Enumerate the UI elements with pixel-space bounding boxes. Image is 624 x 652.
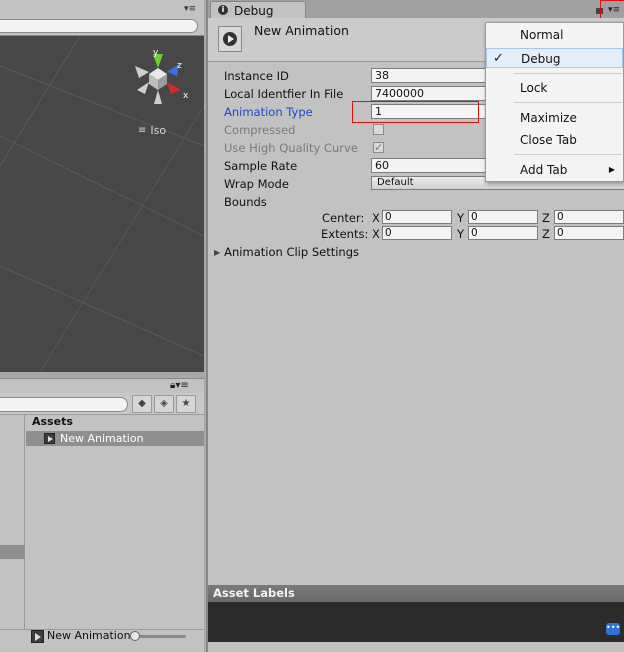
extents-z-axis: Z: [542, 227, 550, 241]
menu-item-close-tab[interactable]: Close Tab: [486, 130, 623, 150]
clip-settings-foldout[interactable]: ▶ Animation Clip Settings: [214, 245, 359, 259]
lock-menu-icon[interactable]: 🔒︎▾≡: [170, 380, 189, 391]
extents-x-axis: X: [372, 227, 380, 241]
bounds-label: Bounds: [224, 195, 267, 209]
folder-tree-selected-row[interactable]: [0, 545, 25, 559]
projection-toggle[interactable]: ≡ Iso: [138, 124, 166, 137]
gizmo-y-label: y: [153, 48, 159, 58]
extents-y-axis: Y: [457, 227, 465, 241]
menu-item-label: Close Tab: [520, 133, 577, 147]
compressed-checkbox[interactable]: [373, 124, 384, 135]
assets-list: Assets New Animation: [26, 415, 204, 633]
wrap-mode-label: Wrap Mode: [224, 177, 289, 191]
menu-item-label: Debug: [521, 52, 561, 66]
project-search-input[interactable]: [0, 397, 128, 412]
clip-settings-label: Animation Clip Settings: [224, 245, 359, 259]
center-z-field[interactable]: 0: [554, 210, 624, 224]
menu-item-normal[interactable]: Normal: [486, 25, 623, 45]
projection-label: Iso: [150, 124, 167, 137]
asset-labels-header: Asset Labels: [208, 585, 624, 602]
iso-bars-icon: ≡: [138, 125, 147, 136]
scene-toolbar: ▾≡: [0, 0, 204, 36]
instance-id-label: Instance ID: [224, 69, 289, 83]
list-item[interactable]: New Animation: [26, 431, 204, 446]
favorites-star-icon[interactable]: ★: [176, 395, 196, 413]
center-y-axis: Y: [457, 211, 465, 225]
menu-item-add-tab[interactable]: Add Tab ▶: [486, 160, 623, 180]
menu-separator: [514, 154, 622, 155]
center-x-axis: X: [372, 211, 380, 225]
gizmo-z-label: z: [177, 61, 182, 71]
compressed-label: Compressed: [224, 123, 296, 137]
menu-separator: [514, 73, 622, 74]
project-panel: 🔒︎▾≡ ◆ ◈ ★ Assets New Animation New Anim…: [0, 378, 204, 652]
animation-clip-icon: [218, 26, 242, 52]
info-icon: i: [218, 5, 228, 15]
icon-size-slider-thumb[interactable]: [130, 631, 140, 641]
asset-item-label: New Animation: [60, 432, 144, 445]
animation-type-highlight: [352, 101, 479, 123]
menu-item-label: Maximize: [520, 111, 577, 125]
checkmark-icon: ✓: [493, 51, 504, 66]
menu-item-label: Add Tab: [520, 163, 568, 177]
extents-y-field[interactable]: 0: [468, 226, 538, 240]
animation-type-label: Animation Type: [224, 105, 313, 119]
menu-separator: [514, 102, 622, 103]
center-z-axis: Z: [542, 211, 550, 225]
center-y-field[interactable]: 0: [468, 210, 538, 224]
foldout-arrow-icon: ▶: [214, 247, 221, 257]
filter-by-type-icon[interactable]: ◆: [132, 395, 152, 413]
menu-item-maximize[interactable]: Maximize: [486, 108, 623, 128]
inspector-title: New Animation: [254, 23, 349, 38]
inspector-context-menu: Normal ✓ Debug Lock Maximize Close Tab A…: [485, 22, 624, 182]
center-label: Center:: [322, 211, 365, 225]
menu-item-debug[interactable]: ✓ Debug: [486, 48, 623, 68]
menu-item-label: Lock: [520, 81, 548, 95]
assets-header: Assets: [32, 415, 73, 428]
animation-clip-icon: [31, 630, 44, 643]
local-id-label: Local Identfier In File: [224, 87, 344, 101]
inspector-tab-bar: i Debug ▾≡: [208, 0, 624, 19]
extents-x-field[interactable]: 0: [382, 226, 452, 240]
project-toolbar: ◆ ◈ ★: [0, 393, 204, 415]
gizmo-x-label: x: [183, 91, 189, 101]
center-x-field[interactable]: 0: [382, 210, 452, 224]
labels-menu-icon[interactable]: •••: [606, 623, 620, 635]
tab-debug[interactable]: i Debug: [210, 1, 306, 19]
project-tab-strip: 🔒︎▾≡: [0, 379, 204, 393]
extents-label: Extents:: [321, 227, 369, 241]
orientation-gizmo-icon[interactable]: y z x: [127, 46, 189, 106]
folder-tree[interactable]: [0, 415, 25, 633]
filter-by-label-icon[interactable]: ◈: [154, 395, 174, 413]
extents-z-field[interactable]: 0: [554, 226, 624, 240]
hq-curve-label: Use High Quality Curve: [224, 141, 358, 155]
play-icon: [223, 32, 237, 46]
sample-rate-label: Sample Rate: [224, 159, 298, 173]
scene-view[interactable]: ▾≡ y z x ≡ Iso: [0, 0, 204, 372]
menu-item-label: Normal: [520, 28, 564, 42]
asset-labels-area: •••: [208, 602, 624, 642]
icon-size-slider[interactable]: [134, 635, 186, 638]
animation-clip-icon: [44, 433, 55, 444]
tab-label: Debug: [234, 4, 274, 18]
project-status-bar: New Animation: [0, 629, 204, 652]
submenu-arrow-icon: ▶: [608, 165, 615, 174]
scene-search-input[interactable]: [0, 19, 198, 33]
selected-asset-path: New Animation: [47, 629, 131, 642]
panel-menu-icon[interactable]: ▾≡: [184, 4, 200, 14]
hq-curve-checkbox[interactable]: ✓: [373, 142, 384, 153]
menu-item-lock[interactable]: Lock: [486, 78, 623, 98]
